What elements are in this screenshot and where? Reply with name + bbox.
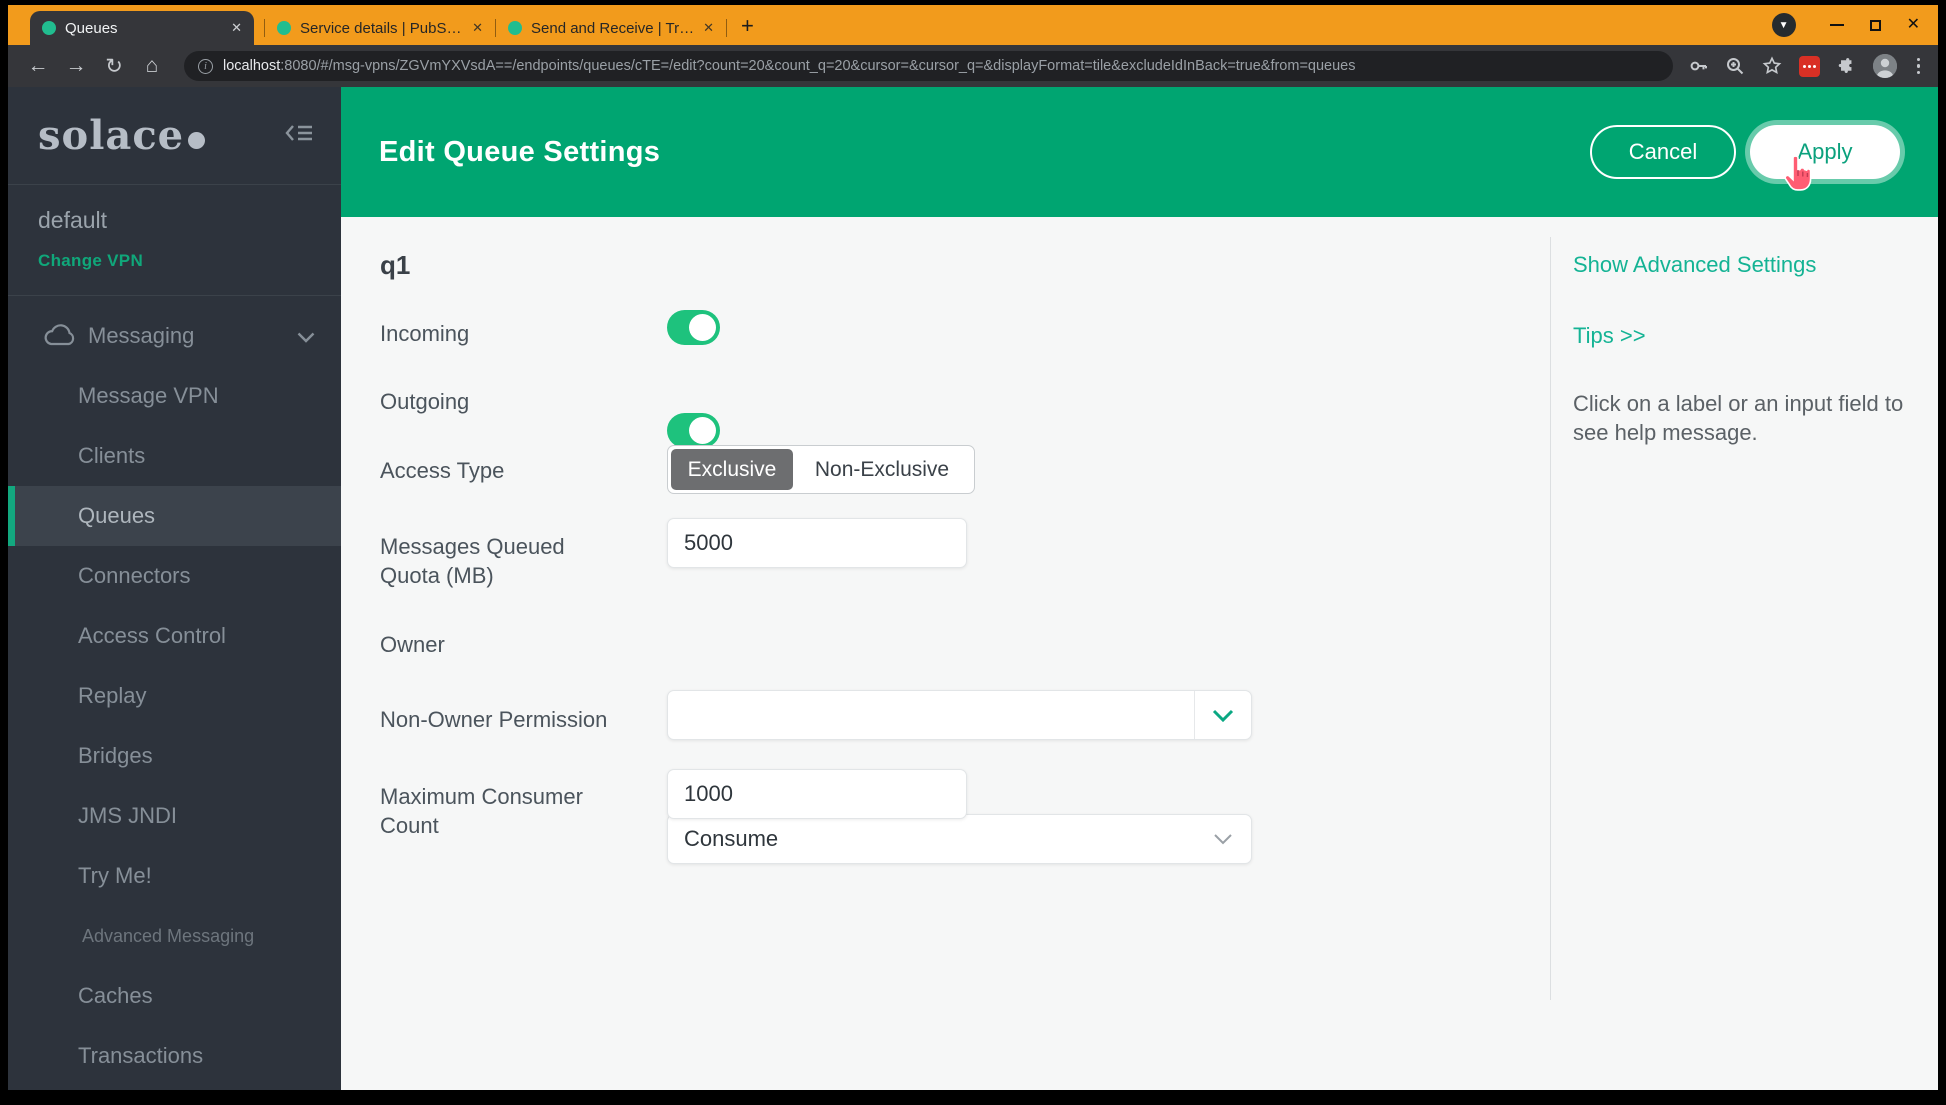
forward-icon[interactable]: → xyxy=(60,54,92,78)
sidebar-item-try-me[interactable]: Try Me! xyxy=(8,846,341,906)
tab-title: Queues xyxy=(65,20,223,37)
url-path: :8080/#/msg-vpns/ZGVmYXVsdA==/endpoints/… xyxy=(280,58,1355,74)
reload-icon[interactable]: ↻ xyxy=(98,54,130,79)
home-icon[interactable]: ⌂ xyxy=(136,54,168,78)
solace-logo-dot xyxy=(188,132,205,149)
browser-update-icon[interactable]: ▼ xyxy=(1772,13,1796,37)
sidebar-nav: Messaging Message VPN Clients Queues Con… xyxy=(8,296,341,1086)
sidebar-item-transactions[interactable]: Transactions xyxy=(8,1026,341,1086)
right-panel-divider xyxy=(1550,237,1551,1000)
tab-service-details[interactable]: Service details | PubSub+ Cloud ✕ xyxy=(265,11,495,45)
sidebar-group-messaging[interactable]: Messaging xyxy=(8,306,341,366)
tab-queues[interactable]: Queues ✕ xyxy=(30,11,254,45)
maximum-consumer-count-label[interactable]: Maximum Consumer Count xyxy=(380,782,620,840)
page-header: Edit Queue Settings Cancel Apply xyxy=(341,87,1938,217)
sidebar-item-caches[interactable]: Caches xyxy=(8,966,341,1026)
cancel-button[interactable]: Cancel xyxy=(1590,125,1736,179)
edit-queue-form: q1 Incoming Outgoing Access Type Exclusi… xyxy=(341,217,1938,1090)
tab-title: Send and Receive | Try Me! xyxy=(531,20,695,37)
tab-title: Service details | PubSub+ Cloud xyxy=(300,20,464,37)
password-key-icon[interactable] xyxy=(1689,56,1709,76)
extensions-puzzle-icon[interactable] xyxy=(1836,56,1857,77)
browser-menu-icon[interactable] xyxy=(1913,58,1925,75)
outgoing-toggle[interactable] xyxy=(667,413,720,448)
apply-button[interactable]: Apply xyxy=(1750,125,1900,179)
toggle-knob xyxy=(689,314,716,341)
incoming-label[interactable]: Incoming xyxy=(380,319,620,348)
minimize-button[interactable] xyxy=(1830,24,1844,26)
show-advanced-settings-link[interactable]: Show Advanced Settings xyxy=(1573,252,1816,278)
tab-favicon xyxy=(508,21,522,35)
screenshot-frame: Queues ✕ Service details | PubSub+ Cloud… xyxy=(0,0,1946,1105)
address-bar[interactable]: i localhost:8080/#/msg-vpns/ZGVmYXVsdA==… xyxy=(184,51,1673,81)
tab-separator xyxy=(726,19,727,37)
tab-favicon xyxy=(277,21,291,35)
sidebar-item-clients[interactable]: Clients xyxy=(8,426,341,486)
tab-close-icon[interactable]: ✕ xyxy=(231,20,242,36)
maximum-consumer-count-input[interactable] xyxy=(667,769,967,819)
messages-queued-quota-label[interactable]: Messages Queued Quota (MB) xyxy=(380,532,620,590)
access-type-segmented-control: Exclusive Non-Exclusive xyxy=(667,445,975,494)
owner-combobox[interactable] xyxy=(667,690,1252,740)
tab-send-receive[interactable]: Send and Receive | Try Me! ✕ xyxy=(496,11,726,45)
incoming-toggle[interactable] xyxy=(667,310,720,345)
chevron-down-icon xyxy=(297,323,315,349)
sidebar-item-queues[interactable]: Queues xyxy=(8,486,341,546)
sidebar-item-access-control[interactable]: Access Control xyxy=(8,606,341,666)
non-owner-permission-label[interactable]: Non-Owner Permission xyxy=(380,705,620,734)
new-tab-button[interactable]: + xyxy=(741,13,754,39)
sidebar-collapse-icon[interactable] xyxy=(285,121,315,150)
non-owner-permission-select[interactable]: Consume xyxy=(667,814,1252,864)
sidebar: solace default Change VPN Messaging xyxy=(8,87,341,1090)
restore-button[interactable] xyxy=(1870,20,1881,31)
sidebar-group-label: Messaging xyxy=(88,323,194,349)
non-owner-permission-value: Consume xyxy=(668,826,1195,852)
non-owner-permission-dropdown-button[interactable] xyxy=(1195,815,1251,863)
toggle-knob xyxy=(689,417,716,444)
mouse-cursor-pointer xyxy=(1783,155,1813,198)
zoom-icon[interactable] xyxy=(1725,56,1745,76)
sidebar-item-jms-jndi[interactable]: JMS JNDI xyxy=(8,786,341,846)
sidebar-item-message-vpn[interactable]: Message VPN xyxy=(8,366,341,426)
password-manager-extension-icon[interactable] xyxy=(1799,56,1820,77)
owner-input[interactable] xyxy=(668,691,1194,739)
queue-name: q1 xyxy=(380,250,410,281)
bookmark-star-icon[interactable] xyxy=(1761,55,1783,77)
cloud-icon xyxy=(42,323,78,349)
tab-close-icon[interactable]: ✕ xyxy=(703,20,714,36)
tips-link[interactable]: Tips >> xyxy=(1573,323,1646,349)
sidebar-item-replay[interactable]: Replay xyxy=(8,666,341,726)
back-icon[interactable]: ← xyxy=(22,54,54,78)
access-type-label[interactable]: Access Type xyxy=(380,456,620,485)
page-title: Edit Queue Settings xyxy=(379,136,660,169)
sidebar-item-bridges[interactable]: Bridges xyxy=(8,726,341,786)
chevron-down-icon xyxy=(1213,833,1233,845)
url-host: localhost xyxy=(223,58,280,74)
browser-toolbar: ← → ↻ ⌂ i localhost:8080/#/msg-vpns/ZGVm… xyxy=(8,45,1938,87)
tab-close-icon[interactable]: ✕ xyxy=(472,20,483,36)
help-text: Click on a label or an input field to se… xyxy=(1573,389,1918,447)
tab-favicon xyxy=(42,21,56,35)
window-controls: ▼ ✕ xyxy=(1772,5,1938,45)
sidebar-item-connectors[interactable]: Connectors xyxy=(8,546,341,606)
site-info-icon[interactable]: i xyxy=(198,59,213,74)
access-type-option-non-exclusive[interactable]: Non-Exclusive xyxy=(793,449,971,490)
solace-logo: solace xyxy=(38,112,205,159)
tab-strip: Queues ✕ Service details | PubSub+ Cloud… xyxy=(8,5,1938,45)
vpn-name: default xyxy=(38,207,341,234)
outgoing-label[interactable]: Outgoing xyxy=(380,387,620,416)
browser-window: Queues ✕ Service details | PubSub+ Cloud… xyxy=(8,5,1938,1090)
owner-dropdown-button[interactable] xyxy=(1195,691,1251,739)
access-type-option-exclusive[interactable]: Exclusive xyxy=(671,449,793,490)
change-vpn-link[interactable]: Change VPN xyxy=(38,251,341,271)
profile-avatar[interactable] xyxy=(1873,54,1897,78)
close-button[interactable]: ✕ xyxy=(1907,17,1920,33)
owner-label[interactable]: Owner xyxy=(380,630,620,659)
chevron-down-icon xyxy=(1212,709,1234,722)
messages-queued-quota-input[interactable] xyxy=(667,518,967,568)
sidebar-section-advanced-messaging: Advanced Messaging xyxy=(8,906,341,966)
